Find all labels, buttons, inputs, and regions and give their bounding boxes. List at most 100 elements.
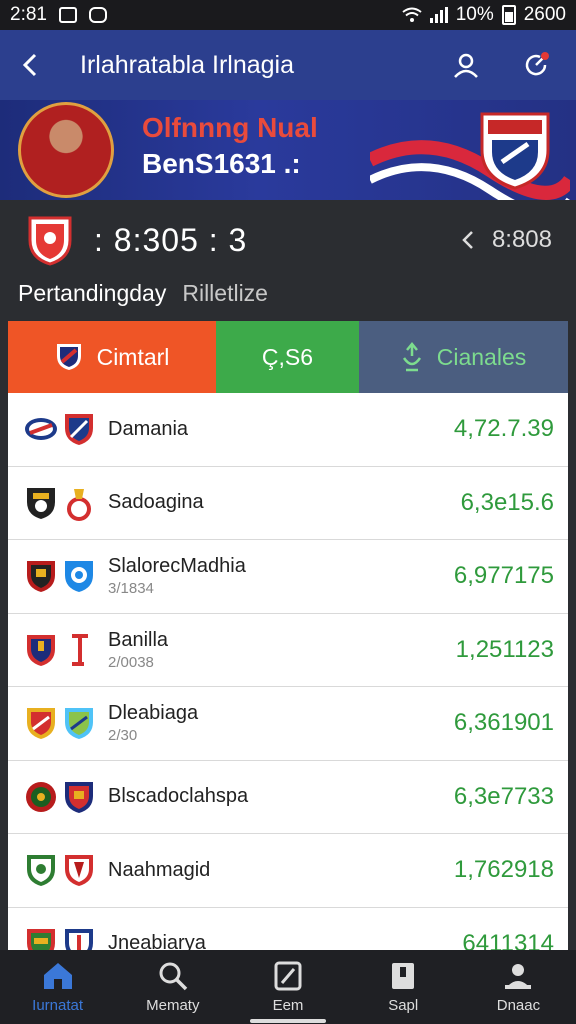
nav-label: Dnaac xyxy=(496,996,541,1014)
row-value: 1,762918 xyxy=(453,856,554,884)
clipboard-icon xyxy=(392,962,415,989)
score-value: : 8:305 : 3 xyxy=(94,221,248,258)
team-name: Dleabiaga xyxy=(108,702,199,725)
nav-label: Eem xyxy=(272,996,304,1014)
team-name: SlalorecMadhia xyxy=(108,555,246,578)
player-avatar xyxy=(18,102,114,198)
team-badge-icon xyxy=(72,633,88,666)
team-badge-icon xyxy=(65,928,93,950)
score-row: : 8:305 : 3 8:808 xyxy=(0,210,576,270)
tab-secondary[interactable]: Rilletlize xyxy=(182,280,268,307)
trophy-icon xyxy=(402,342,421,372)
segment-cs6[interactable]: Ç,S6 xyxy=(216,321,359,393)
segment-cianales[interactable]: Cianales xyxy=(359,321,568,393)
team-shield-icon xyxy=(65,781,93,813)
edit-icon xyxy=(274,961,302,990)
team-shield-icon xyxy=(27,634,55,666)
list-item[interactable]: Dleabiaga 2/30 6,361901 xyxy=(8,687,568,761)
team-subtext: 2/0038 xyxy=(108,653,154,671)
row-value: 6,977175 xyxy=(453,562,554,590)
profile-icon xyxy=(505,963,532,989)
row-value: 6,3e7733 xyxy=(453,782,554,810)
bottom-navigation: Iurnatat Mematy Eem Sapl Dnaac xyxy=(0,950,576,1024)
home-icon xyxy=(43,962,72,989)
team-shield-icon xyxy=(65,414,93,446)
list-item[interactable]: Sadoagina 6,3e15.6 xyxy=(8,467,568,540)
subtabs: Pertandingday Rilletlize xyxy=(18,280,268,307)
team-shield-icon xyxy=(27,561,55,593)
nav-clipboard[interactable]: Sapl xyxy=(346,950,461,1024)
team-shield-icon xyxy=(27,855,55,887)
battery-icon xyxy=(501,5,516,25)
nav-home[interactable]: Iurnatat xyxy=(0,950,115,1024)
app-notification-icon xyxy=(88,7,107,23)
team-shield-icon xyxy=(27,487,55,519)
tab-pertandingan[interactable]: Pertandingday xyxy=(18,280,166,307)
signal-icon xyxy=(429,7,448,23)
team-name: Blscadoclahspa xyxy=(108,785,249,808)
banner-headline: Olfnnng Nual xyxy=(142,112,318,143)
chevron-left-icon[interactable] xyxy=(462,230,474,250)
row-value: 4,72.7.39 xyxy=(453,415,554,443)
row-value: 6411314 xyxy=(462,929,554,950)
list-item[interactable]: Jneabiarya 6411314 xyxy=(8,908,568,950)
team-shield-icon xyxy=(56,344,81,370)
score-secondary-value: 8:808 xyxy=(491,226,552,253)
status-clock-right: 2600 xyxy=(523,4,566,25)
club-crest-icon xyxy=(480,112,550,190)
nav-label: Mematy xyxy=(146,996,200,1014)
status-bar: 2:81 10% 2600 xyxy=(0,0,576,30)
row-value: 6,361901 xyxy=(453,709,554,737)
segment-label: Ç,S6 xyxy=(261,343,314,370)
segmented-control: Cimtarl Ç,S6 Cianales xyxy=(8,321,568,393)
image-notification-icon xyxy=(58,7,77,23)
wifi-icon xyxy=(402,7,422,22)
row-value: 1,251123 xyxy=(455,635,554,663)
team-name: Naahmagid xyxy=(108,858,211,881)
team-shield-icon xyxy=(28,216,72,266)
app-bar: Irlahratabla Irlnagia xyxy=(0,30,576,100)
team-shield-icon xyxy=(27,708,55,740)
promo-banner[interactable]: Olfnnng Nual BenS1631 .: xyxy=(0,100,576,200)
segment-cimtarl[interactable]: Cimtarl xyxy=(8,321,216,393)
list-item[interactable]: Damania 4,72.7.39 xyxy=(8,393,568,467)
nav-edit[interactable]: Eem xyxy=(230,950,345,1024)
segment-label: Cianales xyxy=(436,343,527,370)
team-badge-icon xyxy=(67,488,91,521)
team-subtext: 3/1834 xyxy=(108,580,154,598)
profile-button[interactable] xyxy=(444,43,488,87)
nav-search[interactable]: Mematy xyxy=(115,950,230,1024)
team-name: Damania xyxy=(108,417,189,440)
list-item[interactable]: Banilla 2/0038 1,251123 xyxy=(8,614,568,687)
team-badge-icon xyxy=(65,708,93,740)
search-icon xyxy=(159,962,188,990)
team-name: Sadoagina xyxy=(108,491,204,514)
list-item[interactable]: Blscadoclahspa 6,3e7733 xyxy=(8,761,568,834)
team-badge-icon xyxy=(65,855,93,887)
team-badge-icon xyxy=(25,418,57,441)
nav-label: Iurnatat xyxy=(32,996,84,1014)
status-time: 2:81 xyxy=(10,4,47,25)
home-indicator xyxy=(250,1019,326,1023)
nav-profile[interactable]: Dnaac xyxy=(461,950,576,1024)
team-name: Jneabiarya xyxy=(108,932,206,950)
segment-label: Cimtarl xyxy=(96,343,170,370)
banner-subheadline: BenS1631 .: xyxy=(142,148,301,179)
row-value: 6,3e15.6 xyxy=(460,488,554,516)
match-list: Damania 4,72.7.39 Sadoagina 6,3e15.6 Sla… xyxy=(8,393,568,950)
list-item[interactable]: SlalorecMadhia 3/1834 6,977175 xyxy=(8,540,568,614)
team-subtext: 2/30 xyxy=(108,727,138,745)
team-badge-icon xyxy=(65,561,93,593)
refresh-button[interactable] xyxy=(514,43,558,87)
app-title: Irlahratabla Irlnagia xyxy=(80,50,295,79)
back-button[interactable] xyxy=(0,30,60,100)
team-name: Banilla xyxy=(108,628,169,651)
list-item[interactable]: Naahmagid 1,762918 xyxy=(8,834,568,908)
nav-label: Sapl xyxy=(388,996,419,1014)
battery-percent: 10% xyxy=(455,4,494,25)
chevron-left-icon xyxy=(22,53,37,77)
team-shield-icon xyxy=(27,928,55,950)
team-badge-icon xyxy=(26,781,56,812)
refresh-icon xyxy=(525,52,549,76)
user-icon xyxy=(454,53,478,78)
